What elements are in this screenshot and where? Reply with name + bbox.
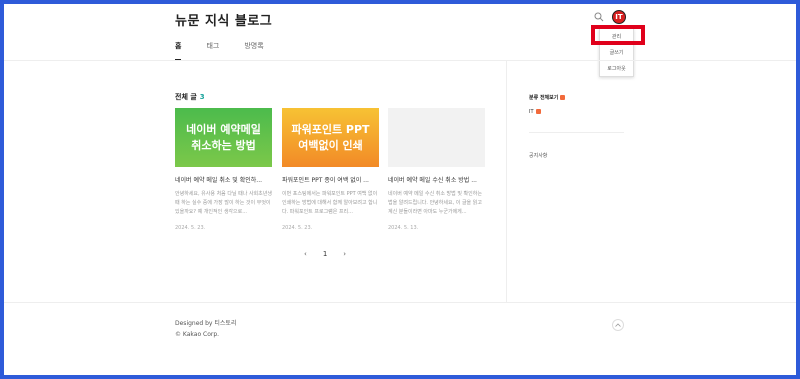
category-item-it[interactable]: IT — [529, 109, 565, 115]
thumbnail-text: 네이버 예약메일 — [186, 122, 261, 136]
nav-guestbook[interactable]: 방명록 — [244, 41, 263, 61]
footer-copyright: © Kakao Corp. — [175, 331, 220, 338]
dropdown-write[interactable]: 글쓰기 — [600, 45, 633, 61]
pagination: ‹ 1 › — [304, 250, 346, 258]
post-card[interactable]: 네이버 예약메일 취소하는 방법 네이버 예약 메일 취소 및 확인하... 안… — [175, 108, 272, 231]
divider — [4, 302, 796, 303]
post-date: 2024. 5. 13. — [388, 225, 419, 231]
nav-home[interactable]: 홈 — [175, 41, 182, 61]
post-excerpt: 네이버 예약 메일 수신 취소 방법 및 확인하는 법을 알려드립니다. 안녕하… — [388, 191, 482, 215]
divider — [4, 60, 796, 61]
new-badge-icon — [560, 95, 566, 100]
prev-page-button[interactable]: ‹ — [304, 250, 307, 258]
post-card[interactable]: 네이버 예약 메일 수신 취소 방법 ... 네이버 예약 메일 수신 취소 방… — [388, 108, 485, 231]
new-badge-icon — [535, 109, 541, 114]
page-number-current[interactable]: 1 — [323, 250, 327, 258]
scroll-top-button[interactable] — [612, 319, 624, 331]
post-excerpt: 안녕하세요, 유사용 처음 다닐 때나 사회초년생 때 하는 실수 중에 가장 … — [175, 191, 272, 215]
post-count: 3 — [199, 93, 205, 101]
notice-link[interactable]: 공지사항 — [529, 152, 547, 159]
post-card[interactable]: 파워포인트 PPT 여백없이 인쇄 파워포인트 PPT 종이 여백 없이 ...… — [282, 108, 379, 231]
category-all-label: 분류 전체보기 — [529, 95, 559, 101]
highlight-annotation — [591, 25, 645, 45]
category-all[interactable]: 분류 전체보기 — [529, 94, 566, 101]
post-date: 2024. 5. 23. — [282, 225, 313, 231]
post-date: 2024. 5. 23. — [175, 225, 206, 231]
divider — [529, 132, 624, 133]
footer-designed-by[interactable]: Designed by 티스토리 — [175, 318, 236, 327]
nav-tag[interactable]: 태그 — [206, 41, 219, 61]
chevron-up-icon — [615, 323, 621, 327]
post-thumbnail[interactable] — [388, 108, 485, 167]
thumbnail-text: 취소하는 방법 — [191, 138, 256, 152]
next-page-button[interactable]: › — [343, 250, 346, 258]
category-item-label: IT — [529, 109, 534, 115]
post-thumbnail[interactable]: 파워포인트 PPT 여백없이 인쇄 — [282, 108, 379, 167]
post-title[interactable]: 파워포인트 PPT 종이 여백 없이 ... — [282, 175, 379, 184]
dropdown-logout[interactable]: 로그아웃 — [600, 61, 633, 77]
main-nav: 홈 태그 방명록 — [175, 41, 289, 61]
header: 뉴문 지식 블로그 홈 태그 방명록 IT — [4, 4, 796, 64]
post-title[interactable]: 네이버 예약 메일 수신 취소 방법 ... — [388, 175, 485, 184]
thumbnail-text: 여백없이 인쇄 — [298, 138, 363, 152]
page-frame: 뉴문 지식 블로그 홈 태그 방명록 IT 관리 글쓰기 로그아웃 전체 글3 … — [4, 4, 796, 375]
search-icon[interactable] — [594, 12, 604, 22]
category-list: 분류 전체보기 IT — [529, 94, 566, 115]
section-title: 전체 글3 — [175, 92, 205, 102]
post-thumbnail[interactable]: 네이버 예약메일 취소하는 방법 — [175, 108, 272, 167]
blog-title[interactable]: 뉴문 지식 블로그 — [175, 10, 272, 29]
divider — [506, 60, 507, 302]
section-title-label: 전체 글 — [175, 93, 197, 101]
post-title[interactable]: 네이버 예약 메일 취소 및 확인하... — [175, 175, 272, 184]
avatar[interactable]: IT — [612, 10, 626, 24]
thumbnail-text: 파워포인트 PPT — [291, 122, 370, 136]
post-excerpt: 이번 포스팅에서는 파워포인트 PPT 여백 없이 인쇄하는 방법에 대해서 함… — [282, 191, 378, 215]
